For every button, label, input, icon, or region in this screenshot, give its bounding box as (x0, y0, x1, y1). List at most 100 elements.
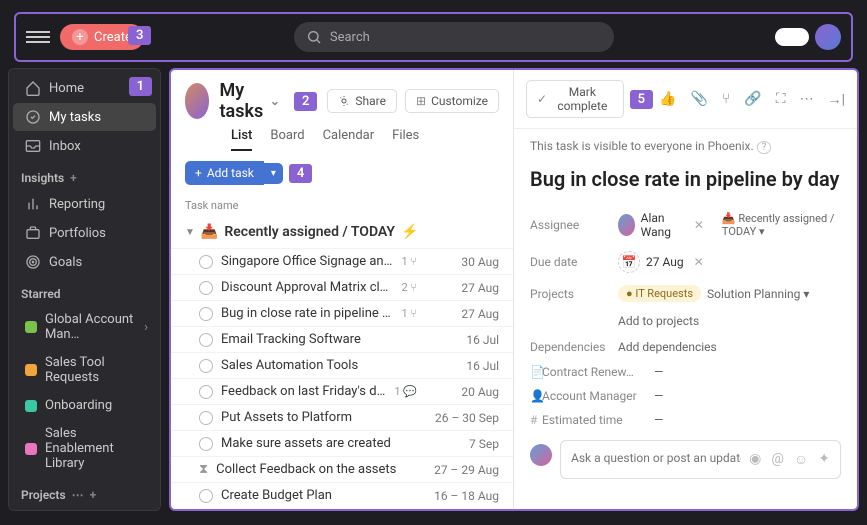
complete-checkbox[interactable] (199, 333, 213, 347)
custom-field-esttime: Estimated time (542, 413, 654, 427)
link-icon[interactable]: 🔗 (744, 91, 761, 108)
chevron-down-icon[interactable]: ⌄ (270, 94, 280, 108)
attachment-icon[interactable]: 📎 (690, 91, 707, 108)
task-row[interactable]: ⧗Collect Feedback on the assets27 – 29 A… (171, 456, 513, 482)
add-to-projects[interactable]: Add to projects (618, 314, 699, 328)
nav-inbox[interactable]: Inbox (13, 132, 156, 160)
label: Sales Enablement Library (45, 426, 144, 471)
complete-checkbox[interactable] (199, 255, 213, 269)
task-date: 27 Aug (429, 307, 499, 321)
add-dependencies[interactable]: Add dependencies (618, 340, 717, 354)
mark-complete-button[interactable]: ✓Mark complete (526, 80, 624, 118)
task-row[interactable]: Email Tracking Software16 Jul (171, 326, 513, 352)
project-item[interactable]: Global Account Man… (13, 507, 156, 511)
nav-home[interactable]: Home 1 (13, 74, 156, 102)
task-date: 27 Aug (429, 281, 499, 295)
complete-checkbox[interactable] (199, 307, 213, 321)
detail-task-title[interactable]: Bug in close rate in pipeline by day (514, 163, 857, 205)
share-button[interactable]: Share (327, 89, 397, 113)
starred-item[interactable]: Onboarding (13, 392, 156, 419)
task-row[interactable]: Put Assets to Platform26 – 30 Sep (171, 404, 513, 430)
task-subcount: 2 ⑂ (401, 281, 417, 294)
callout-4: 4 (289, 164, 312, 183)
complete-checkbox[interactable] (199, 437, 213, 451)
tab-files[interactable]: Files (392, 128, 419, 151)
nav-mytasks[interactable]: My tasks (13, 103, 156, 131)
task-row[interactable]: Feedback on last Friday's design team pr… (171, 378, 513, 404)
starred-item[interactable]: Sales Tool Requests (13, 349, 156, 391)
task-name: Email Tracking Software (221, 332, 421, 347)
task-row[interactable]: Sales Automation Tools16 Jul (171, 352, 513, 378)
add-task-caret[interactable]: ▾ (264, 163, 283, 184)
task-row[interactable]: Bug in close rate in pipeline by day 1 ⑂ 2… (171, 300, 513, 326)
info-icon[interactable]: ? (757, 141, 772, 154)
add-task-inline[interactable]: Add task... (171, 508, 513, 509)
callout-5: 5 (630, 90, 653, 109)
nav-reporting[interactable]: Reporting (13, 190, 156, 218)
starred-item[interactable]: Sales Enablement Library (13, 420, 156, 477)
project-color-icon (25, 364, 37, 376)
clear-date-icon[interactable]: ✕ (694, 255, 704, 269)
clear-assignee-icon[interactable]: ✕ (694, 218, 704, 232)
complete-checkbox[interactable] (199, 489, 213, 503)
section-recently-assigned[interactable]: ▼ 📥 Recently assigned / TODAY ⚡ (171, 216, 513, 248)
sidebar: Home 1 My tasks Inbox Insights+ Reportin… (8, 68, 161, 511)
page-title: My tasks ⌄ (219, 80, 279, 122)
complete-checkbox[interactable] (199, 281, 213, 295)
label: Goals (49, 255, 82, 270)
task-date: 16 Jul (429, 359, 499, 373)
task-list-panel: My tasks ⌄ 2 Share ⊞ Customize (171, 70, 514, 509)
calendar-icon[interactable]: 📅 (618, 251, 640, 273)
thumbs-up-icon[interactable]: 👍 (659, 91, 676, 108)
task-name: Create Budget Plan (221, 488, 421, 503)
assignee-section[interactable]: 📥 Recently assigned / TODAY ▾ (722, 212, 841, 238)
emoji-icon[interactable]: ☺ (794, 451, 808, 468)
callout-3: 3 (128, 26, 151, 45)
starred-item[interactable]: Global Account Man… (13, 306, 156, 348)
project-color-icon (25, 321, 37, 333)
tab-calendar[interactable]: Calendar (323, 128, 375, 151)
toggle[interactable] (775, 28, 809, 46)
nav-goals[interactable]: Goals (13, 248, 156, 276)
visibility-note: This task is visible to everyone in Phoe… (514, 129, 857, 163)
close-icon[interactable]: →| (828, 91, 845, 108)
chevron-down-icon: ▼ (185, 227, 195, 238)
task-name: Collect Feedback on the assets (216, 462, 421, 477)
tab-board[interactable]: Board (270, 128, 304, 151)
customize-button[interactable]: ⊞ Customize (405, 89, 499, 113)
hamburger-icon[interactable] (26, 25, 50, 49)
comment-input[interactable] (571, 451, 741, 465)
more-icon[interactable]: ⋯ (800, 91, 814, 108)
complete-checkbox[interactable] (199, 359, 213, 373)
assignee-name[interactable]: Alan Wang (641, 211, 684, 239)
subtask-icon[interactable]: ⑂ (722, 91, 730, 108)
nav-portfolios[interactable]: Portfolios (13, 219, 156, 247)
search-input[interactable]: Search (294, 22, 614, 52)
heading-projects: Projects⋯+ (9, 478, 160, 506)
duedate-value[interactable]: 27 Aug (646, 255, 684, 269)
project-column[interactable]: Solution Planning ▾ (707, 287, 809, 301)
project-color-icon (25, 400, 37, 412)
fullscreen-icon[interactable]: ⛶ (776, 91, 786, 108)
tab-list[interactable]: List (231, 128, 252, 151)
task-date: 16 – 18 Aug (429, 489, 499, 503)
task-subcount: 1 ⑂ (401, 307, 417, 320)
complete-checkbox[interactable] (199, 411, 213, 425)
task-row[interactable]: Create Budget Plan 16 – 18 Aug (171, 482, 513, 508)
nav-inbox-label: Inbox (49, 139, 81, 154)
create-label: Create (94, 30, 132, 45)
complete-checkbox[interactable] (199, 385, 213, 399)
task-row[interactable]: Singapore Office Signage and Logistics1 … (171, 248, 513, 274)
task-name: Feedback on last Friday's design team pr… (221, 384, 386, 399)
record-icon[interactable]: ◉ (749, 451, 761, 468)
add-task-button[interactable]: + Add task (185, 161, 264, 185)
task-name: Bug in close rate in pipeline by day (221, 306, 393, 321)
project-pill[interactable]: ● IT Requests (618, 285, 701, 302)
task-row[interactable]: Make sure assets are created7 Sep (171, 430, 513, 456)
label: Reporting (49, 197, 105, 212)
task-row[interactable]: Discount Approval Matrix clarification2 … (171, 274, 513, 300)
star-icon[interactable]: ✦ (818, 451, 830, 468)
content-area: My tasks ⌄ 2 Share ⊞ Customize (169, 68, 859, 511)
at-icon[interactable]: @ (771, 451, 784, 468)
user-avatar[interactable] (815, 24, 841, 50)
